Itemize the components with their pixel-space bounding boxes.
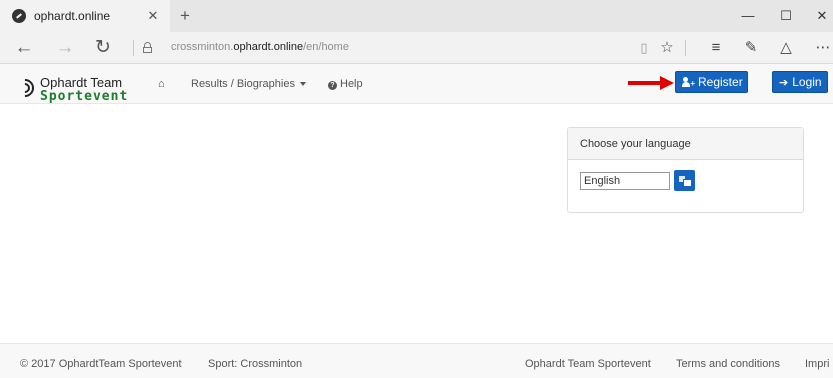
nav-results-biographies[interactable]: Results / Biographies — [191, 78, 306, 90]
footer-copyright: © 2017 OphardtTeam Sportevent — [20, 358, 182, 370]
lock-icon — [143, 42, 152, 53]
translate-icon — [679, 176, 692, 187]
annotation-arrow-icon — [628, 76, 674, 90]
share-icon[interactable]: △ — [776, 39, 796, 57]
nav-help-label: Help — [340, 78, 363, 90]
language-panel-heading: Choose your language — [568, 128, 803, 160]
footer-sport: Sport: Crossminton — [208, 358, 303, 370]
refresh-icon[interactable]: ↻ — [92, 37, 114, 59]
tab-close-icon[interactable]: ✕ — [146, 8, 160, 24]
browser-tab[interactable]: ophardt.online ✕ — [0, 0, 170, 32]
url-domain: ophardt.online — [233, 41, 304, 53]
site-footer: © 2017 OphardtTeam Sportevent Sport: Cro… — [0, 343, 833, 378]
maximize-button[interactable]: ☐ — [778, 8, 794, 24]
toolbar-separator — [685, 40, 686, 56]
logo-text-bottom: Sportevent — [40, 89, 129, 104]
tab-title: ophardt.online — [34, 9, 111, 23]
question-circle-icon: ? — [328, 81, 337, 90]
footer-link-imprint[interactable]: Impri — [805, 358, 829, 370]
hub-icon[interactable]: ≡ — [706, 39, 726, 57]
language-submit-button[interactable] — [674, 170, 695, 191]
language-input[interactable] — [580, 172, 670, 190]
url-subdomain: crossminton. — [171, 41, 234, 53]
site-logo[interactable]: Ophardt Team Sportevent — [12, 73, 136, 104]
footer-link-terms[interactable]: Terms and conditions — [676, 358, 780, 370]
register-button[interactable]: + Register — [675, 71, 748, 93]
logo-arc-icon — [12, 75, 38, 101]
language-panel: Choose your language — [567, 127, 804, 213]
address-bar[interactable]: crossminton.ophardt.online/en/home — [171, 41, 349, 53]
site-favicon-icon — [12, 9, 26, 23]
nav-help[interactable]: ? Help — [328, 78, 363, 90]
web-note-icon[interactable]: ✎ — [741, 39, 761, 57]
reading-view-icon[interactable]: ▯ — [634, 39, 654, 57]
browser-nav-bar: ← → ↻ crossminton.ophardt.online/en/home… — [0, 32, 833, 64]
new-tab-button[interactable]: + — [176, 6, 194, 26]
url-path: /en/home — [303, 41, 349, 53]
login-label: Login — [792, 75, 822, 89]
close-window-button[interactable]: ✕ — [814, 8, 830, 24]
address-separator — [133, 40, 134, 56]
home-icon[interactable]: ⌂ — [158, 78, 165, 90]
logo-text-top: Ophardt Team — [40, 75, 123, 90]
more-icon[interactable]: ⋯ — [813, 39, 833, 57]
sign-in-icon: ➔ — [779, 76, 789, 89]
forward-icon[interactable]: → — [54, 37, 76, 59]
minimize-button[interactable]: — — [740, 8, 756, 23]
nav-results-label: Results / Biographies — [191, 78, 295, 90]
caret-down-icon — [299, 82, 306, 87]
register-label: Register — [698, 75, 743, 89]
back-icon[interactable]: ← — [13, 37, 35, 59]
favorite-star-icon[interactable]: ☆ — [657, 39, 677, 57]
browser-tab-bar: ophardt.online ✕ + — ☐ ✕ — [0, 0, 833, 32]
user-plus-icon: + — [682, 77, 695, 88]
login-button[interactable]: ➔ Login — [772, 71, 828, 93]
footer-link-ophardt[interactable]: Ophardt Team Sportevent — [525, 358, 651, 370]
